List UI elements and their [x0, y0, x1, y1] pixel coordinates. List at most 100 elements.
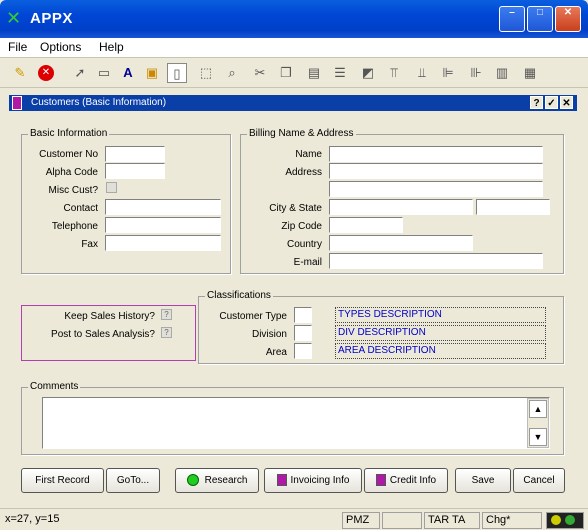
div-description: DIV DESCRIPTION	[335, 325, 546, 341]
zip-code-label: Zip Code	[281, 221, 322, 232]
scroll-up-icon[interactable]: ▲	[529, 400, 547, 418]
billing-legend: Billing Name & Address	[247, 128, 356, 139]
fax-label: Fax	[81, 239, 98, 250]
maximize-button[interactable]: □	[527, 6, 553, 32]
image-icon[interactable]: ▣	[142, 63, 162, 83]
rectangle-icon[interactable]: ▭	[94, 63, 114, 83]
align-top-icon[interactable]: ⫪	[384, 63, 404, 83]
customer-type-label: Customer Type	[219, 311, 287, 322]
fax-field[interactable]	[105, 235, 221, 251]
city-field[interactable]	[329, 199, 473, 215]
save-label: Save	[471, 475, 495, 486]
misc-cust-checkbox[interactable]	[106, 182, 117, 193]
alpha-code-label: Alpha Code	[45, 167, 98, 178]
status-bar: x=27, y=15 PMZ TAR TA Chg*	[0, 508, 588, 530]
name-label: Name	[295, 149, 322, 160]
menu-options[interactable]: Options	[40, 40, 81, 54]
invoicing-info-button[interactable]: Invoicing Info	[264, 468, 362, 493]
layer-icon[interactable]: ◩	[358, 63, 378, 83]
telephone-field[interactable]	[105, 217, 221, 233]
minimize-button[interactable]: –	[499, 6, 525, 32]
division-field[interactable]	[294, 325, 312, 341]
cursor-coords: x=27, y=15	[5, 513, 60, 525]
credit-info-button[interactable]: Credit Info	[364, 468, 448, 493]
post-to-sales-analysis-checkbox[interactable]: ?	[161, 327, 172, 338]
types-description: TYPES DESCRIPTION	[335, 307, 546, 323]
green-light-icon	[565, 515, 575, 525]
alpha-code-field[interactable]	[105, 163, 165, 179]
customer-type-field[interactable]	[294, 307, 312, 323]
area-description: AREA DESCRIPTION	[335, 343, 546, 359]
post-to-sales-analysis-label: Post to Sales Analysis?	[51, 329, 155, 340]
email-field[interactable]	[329, 253, 543, 269]
select-box-icon[interactable]: ⬚	[196, 63, 216, 83]
align-right-icon[interactable]: ⊪	[466, 63, 486, 83]
country-field[interactable]	[329, 235, 473, 251]
status-chg: Chg*	[482, 512, 542, 529]
classifications-legend: Classifications	[205, 290, 273, 301]
menu-help[interactable]: Help	[99, 40, 124, 54]
help-button[interactable]: ?	[530, 96, 543, 109]
research-label: Research	[204, 475, 248, 486]
pointer-icon[interactable]: ➚	[70, 63, 90, 83]
edit-icon[interactable]: ✎	[10, 63, 30, 83]
copy-icon[interactable]: ❐	[276, 63, 296, 83]
comments-legend: Comments	[28, 381, 81, 392]
telephone-label: Telephone	[51, 221, 98, 232]
invoicing-icon	[276, 474, 287, 487]
address-field-1[interactable]	[329, 163, 543, 179]
toolbar: ✎ ✕ ➚ ▭ A ▣ ▯ ⬚ ⌕ ✂ ❐ ▤ ☰ ◩ ⫪ ⫫ ⊫ ⊪ ▥ ▦	[0, 58, 588, 88]
close-form-button[interactable]: ✕	[560, 96, 573, 109]
appx-logo-icon: ✕	[6, 8, 22, 29]
activity-indicator	[546, 512, 584, 529]
ok-check-button[interactable]: ✓	[545, 96, 558, 109]
paste-icon[interactable]: ▤	[304, 63, 324, 83]
customer-no-field[interactable]	[105, 146, 165, 162]
comments-scrollbar[interactable]: ▲ ▼	[527, 398, 549, 448]
save-button[interactable]: Save	[455, 468, 511, 493]
contact-field[interactable]	[105, 199, 221, 215]
status-empty	[382, 512, 422, 529]
address-field-2[interactable]	[329, 181, 543, 197]
menu-file[interactable]: File	[8, 40, 27, 54]
research-icon	[186, 474, 199, 487]
customer-no-label: Customer No	[39, 149, 98, 160]
page-icon[interactable]: ▯	[167, 63, 187, 83]
country-label: Country	[286, 239, 322, 250]
form-title-bar: Customers (Basic Information) ? ✓ ✕	[9, 95, 577, 111]
zoom-icon[interactable]: ⌕	[222, 63, 242, 83]
first-record-label: First Record	[35, 475, 90, 486]
status-tar: TAR TA	[424, 512, 480, 529]
first-record-button[interactable]: First Record	[21, 468, 104, 493]
form-icon	[12, 96, 22, 110]
goto-label: GoTo...	[116, 475, 150, 486]
research-button[interactable]: Research	[175, 468, 259, 493]
scroll-down-icon[interactable]: ▼	[529, 428, 547, 446]
close-button[interactable]: ✕	[555, 6, 581, 32]
comments-textarea[interactable]	[42, 397, 550, 449]
text-icon[interactable]: A	[118, 63, 138, 83]
distribute-h-icon[interactable]: ▥	[492, 63, 512, 83]
yellow-light-icon	[551, 515, 561, 525]
email-label: E-mail	[293, 257, 322, 268]
keep-sales-history-checkbox[interactable]: ?	[161, 309, 172, 320]
app-title: APPX	[30, 10, 73, 27]
area-field[interactable]	[294, 343, 312, 359]
goto-button[interactable]: GoTo...	[106, 468, 160, 493]
address-label: Address	[285, 167, 322, 178]
cancel-label: Cancel	[523, 475, 555, 486]
basic-information-legend: Basic Information	[28, 128, 110, 139]
align-left-icon[interactable]: ⊫	[438, 63, 458, 83]
state-field[interactable]	[476, 199, 550, 215]
cancel-button[interactable]: Cancel	[513, 468, 565, 493]
zip-code-field[interactable]	[329, 217, 403, 233]
form-title: Customers (Basic Information)	[31, 97, 167, 108]
distribute-v-icon[interactable]: ▦	[520, 63, 540, 83]
align-bottom-icon[interactable]: ⫫	[412, 63, 432, 83]
list-icon[interactable]: ☰	[330, 63, 350, 83]
cancel-icon[interactable]: ✕	[38, 65, 54, 81]
credit-label: Credit Info	[389, 475, 437, 486]
division-label: Division	[251, 329, 287, 340]
cut-icon[interactable]: ✂	[250, 63, 270, 83]
name-field[interactable]	[329, 146, 543, 162]
